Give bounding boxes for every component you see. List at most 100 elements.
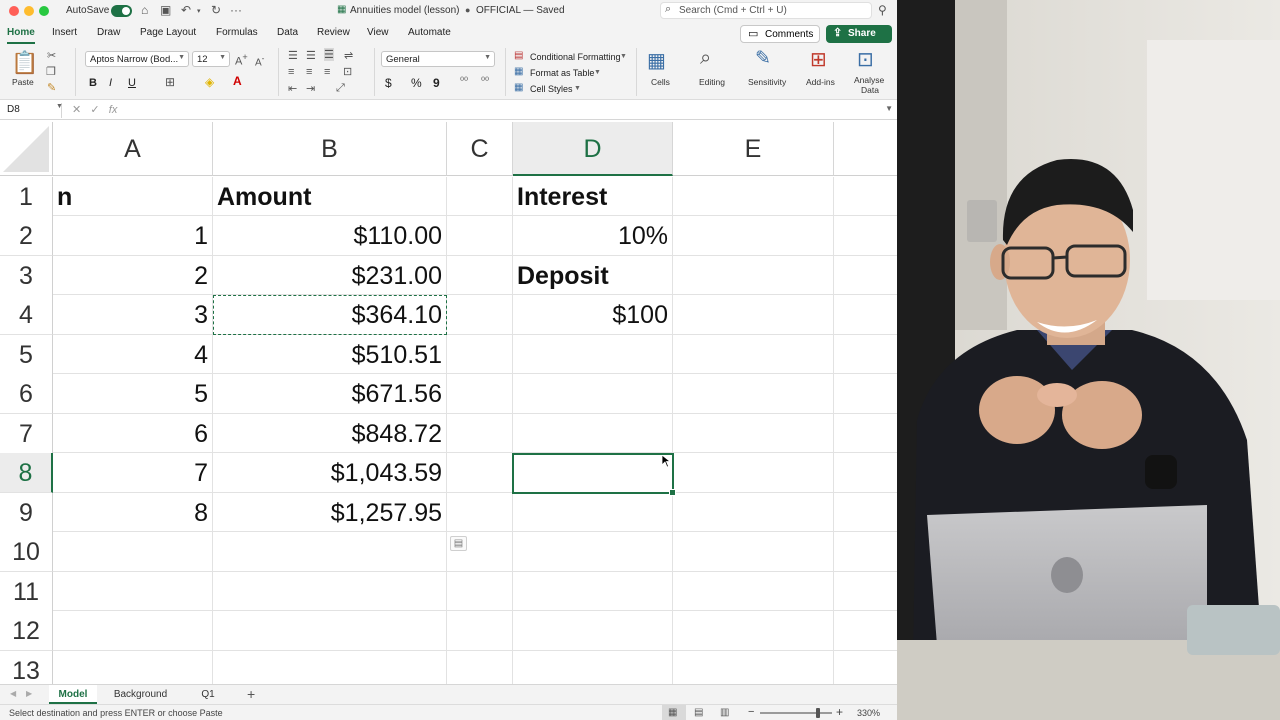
cell-e13[interactable]: [673, 651, 834, 684]
align-right-icon[interactable]: ≡: [324, 66, 330, 78]
cell-e11[interactable]: [673, 572, 834, 611]
decrease-indent-icon[interactable]: ⇤: [288, 82, 297, 95]
cell-e2[interactable]: [673, 216, 834, 256]
cell-f12[interactable]: [834, 611, 897, 651]
cell-f8[interactable]: [834, 453, 897, 493]
add-ins-icon[interactable]: ⊞: [810, 47, 827, 72]
copy-icon[interactable]: ❐: [46, 65, 56, 78]
row-header-7[interactable]: 7: [0, 414, 53, 454]
cancel-icon[interactable]: ✕: [72, 104, 81, 116]
cell-e5[interactable]: [673, 335, 834, 374]
previous-sheet-icon[interactable]: ◀: [10, 689, 16, 698]
cell-f1[interactable]: [834, 177, 897, 216]
cell-c12[interactable]: [447, 611, 513, 651]
chevron-down-icon[interactable]: ▼: [594, 69, 601, 76]
cell-c6[interactable]: [447, 374, 513, 414]
cell-f11[interactable]: [834, 572, 897, 611]
align-center-icon[interactable]: ≡: [306, 66, 312, 78]
cell-e1[interactable]: [673, 177, 834, 216]
currency-button[interactable]: $: [385, 76, 392, 90]
cell-a5[interactable]: 4: [53, 335, 213, 374]
row-header-6[interactable]: 6: [0, 374, 53, 414]
add-ins-label[interactable]: Add-ins: [806, 77, 835, 87]
cell-e4[interactable]: [673, 295, 834, 335]
tab-home[interactable]: Home: [7, 27, 35, 38]
row-header-12[interactable]: 12: [0, 611, 53, 651]
tab-formulas[interactable]: Formulas: [216, 27, 258, 38]
cell-e3[interactable]: [673, 256, 834, 295]
cell-e6[interactable]: [673, 374, 834, 414]
cell-c2[interactable]: [447, 216, 513, 256]
editing-icon[interactable]: ⌕: [700, 47, 711, 70]
tab-automate[interactable]: Automate: [408, 27, 451, 38]
align-top-icon[interactable]: ☰: [288, 49, 298, 62]
cell-d13[interactable]: [513, 651, 673, 684]
zoom-slider-thumb[interactable]: [815, 708, 820, 718]
format-as-table-button[interactable]: Format as Table: [530, 68, 594, 78]
page-break-view-icon[interactable]: ▥: [720, 707, 729, 718]
column-header-e[interactable]: E: [673, 122, 834, 176]
cell-a2[interactable]: 1: [53, 216, 213, 256]
tab-draw[interactable]: Draw: [97, 27, 120, 38]
document-status[interactable]: OFFICIAL — Saved: [476, 5, 565, 16]
fx-icon[interactable]: fx: [109, 104, 118, 116]
underline-button[interactable]: U: [128, 77, 136, 89]
cell-d12[interactable]: [513, 611, 673, 651]
cell-d9[interactable]: [513, 493, 673, 532]
cell-f10[interactable]: [834, 532, 897, 572]
conditional-formatting-icon[interactable]: ▤: [514, 50, 523, 61]
cell-d2[interactable]: 10%: [513, 216, 673, 256]
orientation-icon[interactable]: ⤢: [336, 82, 345, 95]
document-title[interactable]: Annuities model (lesson): [350, 5, 460, 16]
cell-f7[interactable]: [834, 414, 897, 453]
cell-b7[interactable]: $848.72: [213, 414, 447, 453]
cell-c13[interactable]: [447, 651, 513, 684]
paste-label[interactable]: Paste: [12, 77, 34, 87]
cell-b4[interactable]: $364.10: [213, 295, 447, 335]
cell-b12[interactable]: [213, 611, 447, 651]
cell-c9[interactable]: [447, 493, 513, 532]
cell-b3[interactable]: $231.00: [213, 256, 447, 295]
cells-icon[interactable]: ▦: [647, 48, 666, 73]
cell-f13[interactable]: [834, 651, 897, 684]
row-header-8[interactable]: 8: [0, 453, 53, 493]
cell-b13[interactable]: [213, 651, 447, 684]
close-window-button[interactable]: [9, 6, 19, 16]
column-header-a[interactable]: A: [53, 122, 213, 176]
row-header-3[interactable]: 3: [0, 256, 53, 296]
sheet-tab-q1[interactable]: Q1: [190, 685, 226, 704]
chevron-down-icon[interactable]: ▼: [56, 103, 63, 110]
borders-icon[interactable]: ⊞: [165, 75, 175, 89]
cell-e7[interactable]: [673, 414, 834, 453]
cell-a6[interactable]: 5: [53, 374, 213, 414]
zoom-slider[interactable]: [760, 708, 832, 718]
tab-page-layout[interactable]: Page Layout: [140, 27, 196, 38]
bold-button[interactable]: B: [89, 77, 97, 89]
wrap-text-icon[interactable]: ⇌: [344, 49, 353, 62]
name-box[interactable]: D8: [4, 103, 62, 118]
cell-c11[interactable]: [447, 572, 513, 611]
increase-decimal-icon[interactable]: ⁰⁰: [460, 76, 468, 87]
cell-d8[interactable]: [513, 453, 673, 493]
row-header-10[interactable]: 10: [0, 532, 53, 572]
cell-e8[interactable]: [673, 453, 834, 493]
cell-c5[interactable]: [447, 335, 513, 374]
cell-d1[interactable]: Interest: [513, 177, 673, 216]
fill-color-icon[interactable]: ◈: [205, 75, 214, 89]
cut-icon[interactable]: ✂: [47, 49, 56, 62]
undo-chevron-icon[interactable]: ▾: [197, 7, 201, 15]
autosave-toggle[interactable]: [111, 5, 132, 17]
cell-c1[interactable]: [447, 177, 513, 216]
chevron-down-icon[interactable]: ▼: [885, 104, 893, 113]
cells-label[interactable]: Cells: [651, 77, 670, 87]
chevron-down-icon[interactable]: ▼: [574, 85, 581, 92]
cell-c7[interactable]: [447, 414, 513, 453]
cell-d10[interactable]: [513, 532, 673, 572]
add-sheet-button[interactable]: +: [247, 686, 255, 702]
tab-review[interactable]: Review: [317, 27, 350, 38]
row-header-13[interactable]: 13: [0, 651, 53, 684]
minimize-window-button[interactable]: [24, 6, 34, 16]
redo-icon[interactable]: ↻: [211, 3, 221, 17]
cell-styles-icon[interactable]: ▦: [514, 82, 523, 93]
tab-insert[interactable]: Insert: [52, 27, 77, 38]
